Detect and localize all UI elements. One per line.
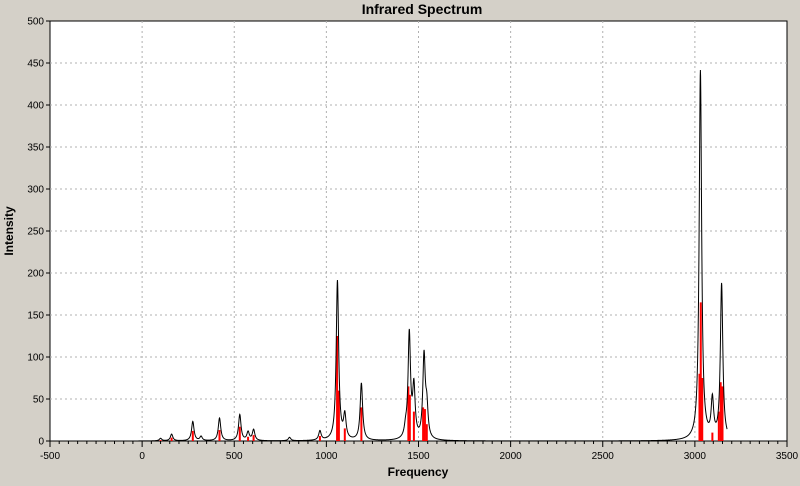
x-tick-label: 1000 <box>315 451 338 462</box>
y-tick-label: 450 <box>27 59 44 70</box>
y-axis-title: Intensity <box>2 206 16 256</box>
y-tick-label: 50 <box>33 395 45 406</box>
y-tick-label: 350 <box>27 143 44 154</box>
y-tick-label: 150 <box>27 311 44 322</box>
x-tick-label: 3500 <box>776 451 799 462</box>
y-tick-label: 200 <box>27 269 44 280</box>
y-tick-label: 0 <box>38 437 44 448</box>
x-tick-label: 2000 <box>500 451 523 462</box>
y-tick-label: 500 <box>27 17 44 28</box>
x-tick-label: -500 <box>40 451 60 462</box>
ir-spectrum-chart: Infrared Spectrum -500 0 500 1000 1500 2000 25… <box>0 0 800 481</box>
x-tick-label: 0 <box>139 451 145 462</box>
x-tick-label: 2500 <box>592 451 615 462</box>
y-tick-label: 100 <box>27 353 44 364</box>
y-tick-label: 300 <box>27 185 44 196</box>
chart-title: Infrared Spectrum <box>362 1 483 17</box>
x-tick-label: 1500 <box>407 451 430 462</box>
x-axis-title: Frequency <box>388 465 449 479</box>
x-tick-label: 500 <box>226 451 243 462</box>
y-tick-label: 250 <box>27 227 44 238</box>
chart-window: Infrared Spectrum -500 0 500 1000 1500 2000 25… <box>0 0 800 481</box>
y-tick-label: 400 <box>27 101 44 112</box>
x-tick-label: 3000 <box>684 451 707 462</box>
